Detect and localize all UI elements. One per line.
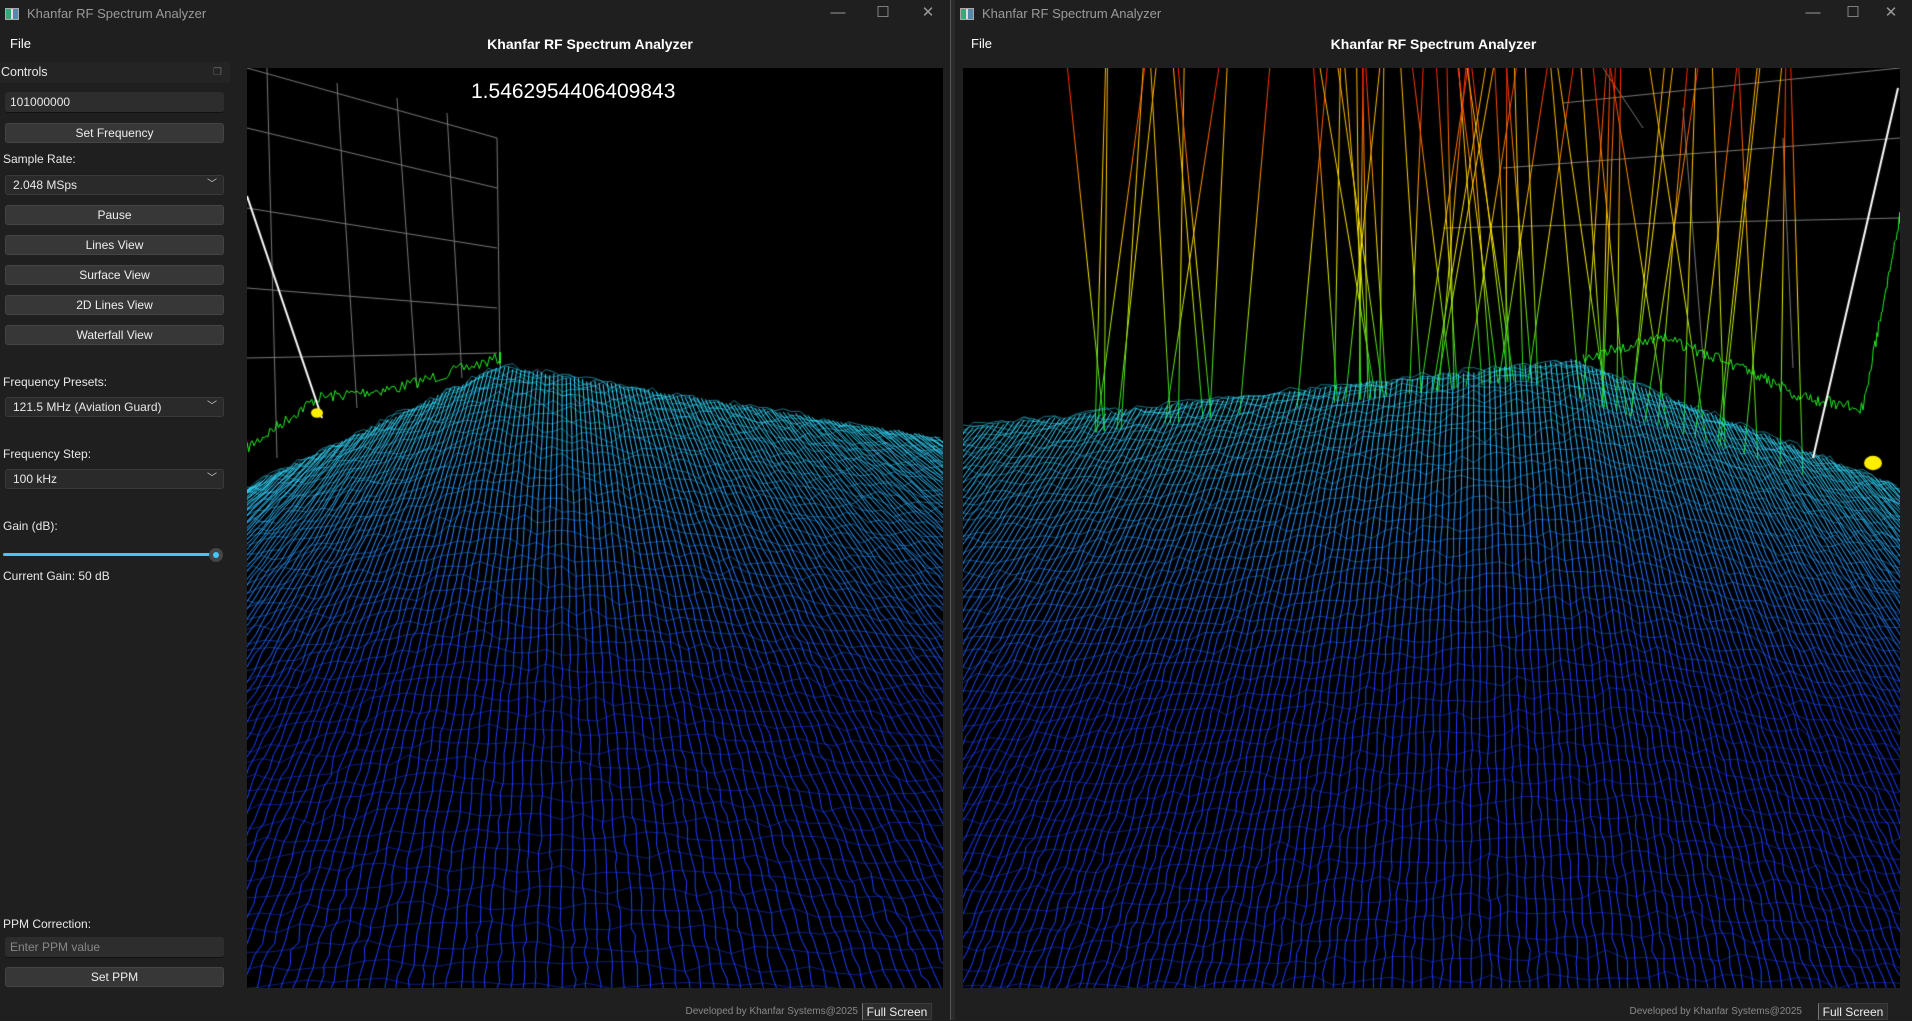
gain-label: Gain (dB):	[3, 519, 58, 533]
maximize-button[interactable]: ☐	[863, 0, 903, 27]
sample-rate-label: Sample Rate:	[3, 152, 76, 166]
gain-slider[interactable]	[3, 548, 223, 562]
window-title: Khanfar RF Spectrum Analyzer	[27, 6, 207, 21]
frequency-step-select[interactable]: 100 kHz ﹀	[5, 469, 224, 489]
set-ppm-button[interactable]: Set PPM	[5, 967, 224, 987]
sample-rate-value: 2.048 MSps	[13, 178, 78, 192]
close-button[interactable]: ✕	[1871, 0, 1911, 27]
menu-bar: File Khanfar RF Spectrum Analyzer	[0, 27, 950, 60]
window-title: Khanfar RF Spectrum Analyzer	[982, 6, 1162, 21]
surface-view-button[interactable]: Surface View	[5, 265, 224, 285]
full-screen-button[interactable]: Full Screen	[862, 1003, 932, 1020]
frequency-input[interactable]: 101000000	[5, 92, 224, 113]
ppm-input[interactable]: Enter PPM value	[5, 937, 224, 958]
minimize-button[interactable]: —	[818, 0, 858, 27]
title-bar: Khanfar RF Spectrum Analyzer — ☐ ✕	[0, 0, 950, 27]
frequency-presets-label: Frequency Presets:	[3, 375, 108, 389]
full-screen-button[interactable]: Full Screen	[1818, 1003, 1888, 1020]
footer-credit: Developed by Khanfar Systems@2025	[1629, 1006, 1802, 1017]
spectrum-3d-view[interactable]	[247, 68, 943, 988]
app-title: Khanfar RF Spectrum Analyzer	[487, 36, 693, 52]
spectrum-3d-view[interactable]	[963, 68, 1900, 988]
controls-panel: Controls ❐ 101000000 Set Frequency Sample…	[0, 62, 230, 1002]
current-gain-text: Current Gain: 50 dB	[3, 569, 110, 583]
frequency-presets-select[interactable]: 121.5 MHz (Aviation Guard) ﹀	[5, 397, 224, 417]
app-title: Khanfar RF Spectrum Analyzer	[1330, 36, 1537, 52]
chevron-down-icon: ﹀	[207, 401, 217, 412]
controls-title: Controls	[1, 65, 48, 79]
title-bar: Khanfar RF Spectrum Analyzer — ☐ ✕	[955, 0, 1912, 27]
gain-slider-track	[3, 553, 215, 556]
minimize-button[interactable]: —	[1793, 0, 1833, 27]
app-icon	[5, 7, 19, 20]
chevron-down-icon: ﹀	[207, 179, 217, 190]
menu-file[interactable]: File	[10, 36, 31, 51]
sample-rate-select[interactable]: 2.048 MSps ﹀	[5, 175, 224, 195]
undock-icon[interactable]: ❐	[213, 62, 222, 83]
waterfall-view-button[interactable]: Waterfall View	[5, 325, 224, 345]
menu-bar: File Khanfar RF Spectrum Analyzer	[955, 27, 1912, 60]
2d-lines-view-button[interactable]: 2D Lines View	[5, 295, 224, 315]
preset-value: 121.5 MHz (Aviation Guard)	[13, 400, 162, 414]
right-window: Khanfar RF Spectrum Analyzer — ☐ ✕ File …	[955, 0, 1912, 1020]
controls-header: Controls ❐	[0, 62, 230, 83]
chevron-down-icon: ﹀	[207, 473, 217, 484]
pause-button[interactable]: Pause	[5, 205, 224, 225]
lines-view-button[interactable]: Lines View	[5, 235, 224, 255]
app-icon	[960, 7, 974, 20]
gain-slider-handle[interactable]	[209, 548, 223, 562]
maximize-button[interactable]: ☐	[1833, 0, 1873, 27]
value-readout: 1.5462954406409843	[471, 80, 676, 103]
footer-credit: Developed by Khanfar Systems@2025	[685, 1006, 858, 1017]
set-frequency-button[interactable]: Set Frequency	[5, 123, 224, 143]
step-value: 100 kHz	[13, 472, 58, 486]
left-window: Khanfar RF Spectrum Analyzer — ☐ ✕ File …	[0, 0, 950, 1020]
frequency-step-label: Frequency Step:	[3, 447, 92, 461]
ppm-label: PPM Correction:	[3, 917, 92, 931]
close-button[interactable]: ✕	[908, 0, 948, 27]
